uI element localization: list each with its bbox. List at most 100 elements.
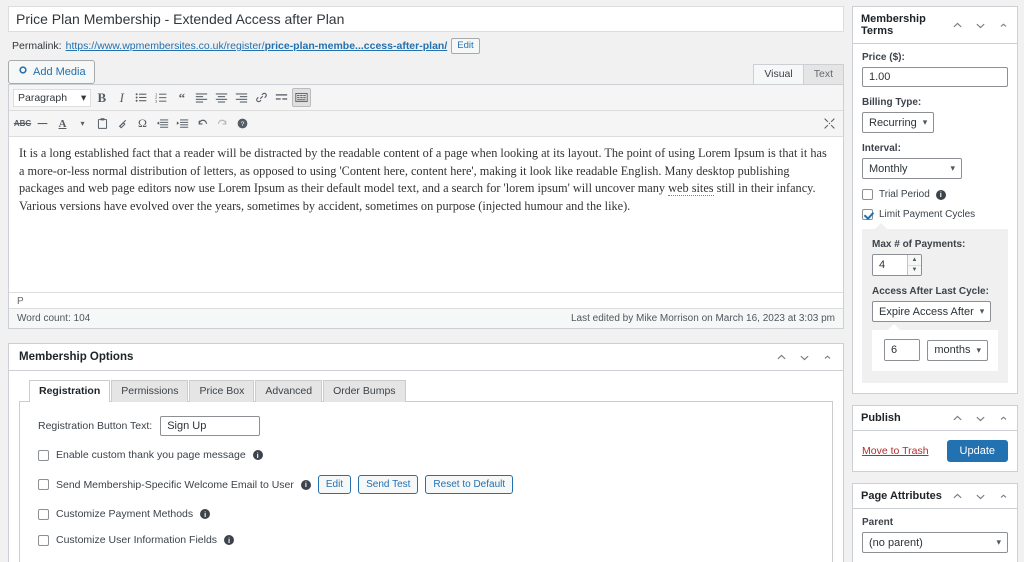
bold-icon[interactable]: B (92, 88, 111, 107)
permalink-edit-button[interactable]: Edit (451, 38, 480, 54)
limit-payment-cycles-checkbox[interactable] (862, 209, 873, 220)
toggle-panel-icon[interactable] (998, 20, 1009, 31)
tab-advanced[interactable]: Advanced (255, 380, 323, 402)
membership-terms-header: Membership Terms (853, 7, 1017, 44)
expire-access-nested-panel: ▲ ▼ months ▾ (872, 324, 998, 371)
limit-payment-cycles-label: Limit Payment Cycles (879, 209, 976, 220)
toggle-panel-icon[interactable] (822, 352, 833, 363)
insert-link-icon[interactable] (252, 88, 271, 107)
keyboard-shortcuts-icon[interactable]: ? (233, 114, 252, 133)
permalink-row: Permalink: https://www.wpmembersites.co.… (8, 32, 844, 58)
editor-box: Paragraph ▾ B I 123 “ ABC A ▾ Ω ? It is … (8, 84, 844, 329)
bulleted-list-icon[interactable] (132, 88, 151, 107)
send-test-email-button[interactable]: Send Test (358, 475, 419, 494)
permalink-link[interactable]: https://www.wpmembersites.co.uk/register… (66, 40, 448, 52)
limit-cycles-nested-panel: Max # of Payments: ▲ ▼ Access After Last… (862, 223, 1008, 383)
info-icon[interactable]: i (300, 479, 311, 490)
membership-options-header: Membership Options (9, 344, 843, 371)
move-up-icon[interactable] (952, 491, 963, 502)
clear-formatting-icon[interactable] (113, 114, 132, 133)
tab-registration[interactable]: Registration (29, 380, 111, 402)
info-icon[interactable]: i (252, 450, 263, 460)
media-and-mode-row: Add Media Visual Text (8, 58, 844, 84)
fullscreen-icon[interactable] (820, 114, 839, 133)
blockquote-icon[interactable]: “ (172, 88, 191, 107)
strikethrough-icon[interactable]: ABC (13, 114, 32, 133)
toolbar-toggle-icon[interactable] (292, 88, 312, 107)
billing-type-select[interactable]: Recurring ▾ (862, 112, 935, 133)
expire-access-row: ▲ ▼ months ▾ (884, 339, 988, 361)
panel-header-icons (952, 20, 1009, 31)
outdent-icon[interactable] (153, 114, 172, 133)
move-down-icon[interactable] (975, 20, 986, 31)
tab-price-box[interactable]: Price Box (189, 380, 255, 402)
toggle-panel-icon[interactable] (998, 413, 1009, 424)
align-center-icon[interactable] (212, 88, 231, 107)
move-to-trash-link[interactable]: Move to Trash (862, 445, 929, 457)
enable-thank-you-message-checkbox[interactable] (38, 449, 49, 461)
align-left-icon[interactable] (192, 88, 211, 107)
post-title-input[interactable] (8, 6, 844, 32)
trial-period-checkbox[interactable] (862, 189, 873, 200)
redo-icon[interactable] (213, 114, 232, 133)
format-select[interactable]: Paragraph ▾ (13, 88, 92, 107)
editor-content-area[interactable]: It is a long established fact that a rea… (9, 137, 843, 292)
horizontal-rule-icon[interactable] (33, 114, 52, 133)
align-right-icon[interactable] (232, 88, 251, 107)
paste-as-text-icon[interactable] (93, 114, 112, 133)
customize-user-fields-checkbox[interactable] (38, 534, 49, 546)
expire-amount-input[interactable] (885, 340, 919, 360)
read-more-icon[interactable] (272, 88, 291, 107)
chevron-down-icon: ▾ (950, 163, 955, 173)
info-icon[interactable]: i (224, 535, 235, 545)
customize-payment-methods-checkbox[interactable] (38, 508, 49, 520)
price-input[interactable] (862, 67, 1008, 87)
edit-email-button[interactable]: Edit (317, 475, 352, 494)
text-color-icon[interactable]: A (53, 114, 72, 133)
info-icon[interactable]: i (935, 189, 946, 200)
billing-type-label: Billing Type: (862, 97, 922, 108)
expire-amount-stepper[interactable]: ▲ ▼ (884, 339, 921, 361)
tab-visual[interactable]: Visual (753, 64, 804, 84)
access-after-value: Expire Access After (879, 305, 974, 318)
stepper-down-icon[interactable]: ▼ (908, 266, 921, 276)
trial-period-row: Trial Period i (862, 189, 1008, 200)
move-up-icon[interactable] (952, 413, 963, 424)
customize-user-fields-label: Customize User Information Fields (56, 534, 218, 546)
move-down-icon[interactable] (799, 352, 810, 363)
chevron-down-icon: ▾ (81, 91, 87, 104)
move-up-icon[interactable] (952, 20, 963, 31)
word-count: Word count: 104 (17, 313, 91, 324)
main-column: Permalink: https://www.wpmembersites.co.… (0, 0, 852, 562)
access-after-select[interactable]: Expire Access After ▾ (872, 301, 992, 322)
max-payments-stepper[interactable]: ▲ ▼ (872, 254, 922, 276)
add-media-label: Add Media (33, 66, 86, 78)
move-down-icon[interactable] (975, 413, 986, 424)
indent-icon[interactable] (173, 114, 192, 133)
numbered-list-icon[interactable]: 123 (152, 88, 171, 107)
special-character-icon[interactable]: Ω (133, 114, 152, 133)
max-payments-input[interactable] (873, 255, 907, 275)
add-media-button[interactable]: Add Media (8, 60, 95, 84)
stepper-arrows: ▲ ▼ (919, 340, 920, 360)
tab-permissions[interactable]: Permissions (111, 380, 189, 402)
reset-to-default-button[interactable]: Reset to Default (425, 475, 514, 494)
text-color-chevron-icon[interactable]: ▾ (73, 114, 92, 133)
send-welcome-email-checkbox[interactable] (38, 479, 49, 490)
registration-button-text-input[interactable] (160, 416, 261, 436)
move-up-icon[interactable] (776, 352, 787, 363)
undo-icon[interactable] (193, 114, 212, 133)
move-down-icon[interactable] (975, 491, 986, 502)
stepper-up-icon[interactable]: ▲ (908, 255, 921, 266)
expire-unit-select[interactable]: months ▾ (927, 339, 988, 361)
update-button[interactable]: Update (946, 440, 1008, 462)
interval-select[interactable]: Monthly ▾ (862, 158, 962, 179)
parent-select[interactable]: (no parent) ▾ (862, 532, 1008, 553)
send-welcome-email-row: Send Membership-Specific Welcome Email t… (38, 475, 820, 494)
chevron-down-icon: ▾ (922, 117, 928, 127)
toggle-panel-icon[interactable] (998, 491, 1009, 502)
info-icon[interactable]: i (200, 509, 211, 519)
tab-order-bumps[interactable]: Order Bumps (323, 380, 406, 402)
tab-text[interactable]: Text (802, 64, 844, 84)
italic-icon[interactable]: I (112, 88, 131, 107)
